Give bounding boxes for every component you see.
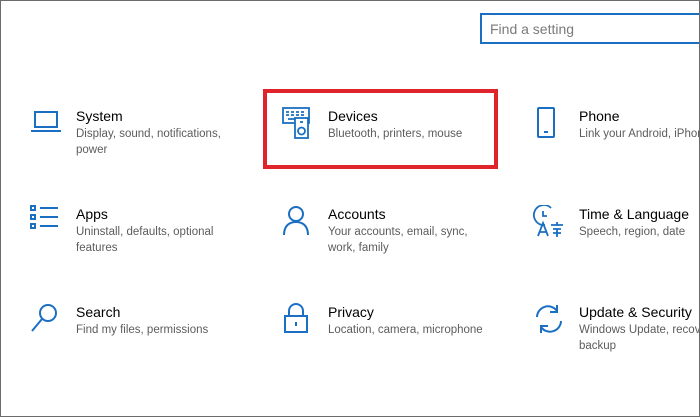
time-language-icon: [533, 205, 569, 241]
tile-update-security[interactable]: Update & Security Windows Update, recove…: [533, 303, 700, 373]
tile-phone[interactable]: Phone Link your Android, iPhone: [533, 107, 700, 177]
tile-devices[interactable]: Devices Bluetooth, printers, mouse: [282, 107, 522, 177]
tile-title: Search: [76, 304, 121, 320]
tile-description: Display, sound, notifications, power: [76, 128, 221, 156]
tile-title: Update & Security: [579, 304, 692, 320]
tile-accounts[interactable]: Accounts Your accounts, email, sync, wor…: [282, 205, 522, 275]
lock-icon: [282, 303, 318, 339]
tile-system[interactable]: System Display, sound, notifications, po…: [30, 107, 270, 177]
tile-title: Accounts: [328, 206, 386, 222]
search-icon: [30, 303, 66, 339]
tile-title: System: [76, 108, 123, 124]
tile-privacy[interactable]: Privacy Location, camera, microphone: [282, 303, 522, 373]
phone-icon: [533, 107, 569, 143]
tile-title: Privacy: [328, 304, 374, 320]
tile-description: Location, camera, microphone: [328, 324, 483, 336]
apps-icon: [30, 205, 66, 241]
tile-description: Your accounts, email, sync, work, family: [328, 226, 468, 254]
tile-title: Time & Language: [579, 206, 689, 222]
tile-description: Link your Android, iPhone: [579, 128, 700, 140]
person-icon: [282, 205, 318, 241]
settings-window: System Display, sound, notifications, po…: [0, 0, 700, 417]
tile-description: Windows Update, recovery, backup: [579, 324, 700, 352]
search-box[interactable]: [480, 13, 699, 44]
laptop-icon: [30, 107, 66, 143]
tile-description: Bluetooth, printers, mouse: [328, 128, 463, 140]
tile-description: Uninstall, defaults, optional features: [76, 226, 214, 254]
search-input[interactable]: [482, 15, 699, 42]
tile-title: Phone: [579, 108, 620, 124]
update-icon: [533, 303, 569, 339]
tile-title: Apps: [76, 206, 108, 222]
tile-apps[interactable]: Apps Uninstall, defaults, optional featu…: [30, 205, 270, 275]
tile-search[interactable]: Search Find my files, permissions: [30, 303, 270, 373]
tile-description: Speech, region, date: [579, 226, 686, 238]
tile-description: Find my files, permissions: [76, 324, 209, 336]
tile-title: Devices: [328, 108, 378, 124]
tile-time-language[interactable]: Time & Language Speech, region, date: [533, 205, 699, 275]
devices-icon: [282, 107, 318, 143]
